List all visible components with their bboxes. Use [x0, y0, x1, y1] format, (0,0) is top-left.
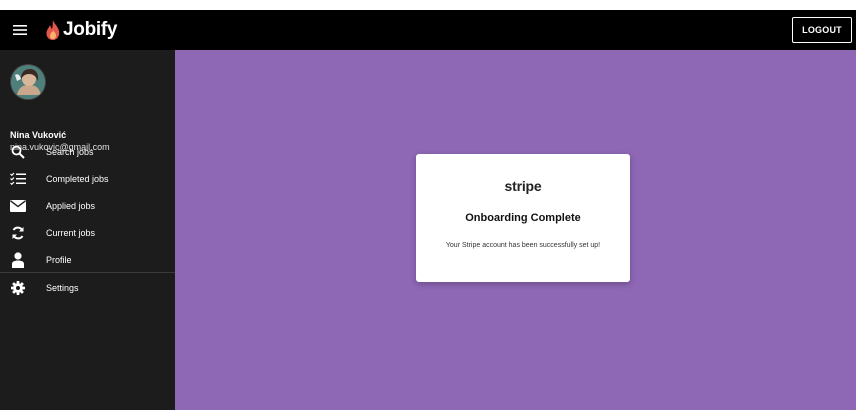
sidebar-item-label: Search jobs	[46, 147, 94, 157]
menu-button[interactable]	[0, 10, 40, 50]
person-icon	[9, 251, 27, 269]
avatar[interactable]	[10, 64, 46, 100]
sidebar-item-completed-jobs[interactable]: Completed jobs	[0, 166, 175, 192]
envelope-icon	[9, 197, 27, 215]
checklist-icon	[9, 170, 27, 188]
gear-icon	[9, 279, 27, 297]
sidebar-item-search-jobs[interactable]: Search jobs	[0, 139, 175, 165]
logout-button[interactable]: LOGOUT	[792, 17, 852, 43]
search-icon	[9, 143, 27, 161]
card-title: Onboarding Complete	[465, 212, 581, 224]
app-name: Jobify	[63, 19, 118, 40]
sidebar-item-profile[interactable]: Profile	[0, 247, 175, 273]
sidebar: Nina Vuković nina.vukovic@gmail.com Sear…	[0, 50, 175, 410]
sidebar-item-label: Completed jobs	[46, 174, 109, 184]
avatar-image	[11, 65, 45, 99]
flame-logo-icon	[46, 20, 60, 40]
sidebar-item-label: Settings	[46, 283, 79, 293]
card-message: Your Stripe account has been successfull…	[445, 242, 601, 249]
sidebar-item-applied-jobs[interactable]: Applied jobs	[0, 193, 175, 219]
app-bar: Jobify LOGOUT	[0, 10, 856, 50]
sidebar-item-label: Applied jobs	[46, 201, 96, 211]
onboarding-card: stripe Onboarding Complete Your Stripe a…	[416, 154, 630, 282]
sidebar-item-current-jobs[interactable]: Current jobs	[0, 220, 175, 246]
refresh-icon	[9, 224, 27, 242]
sidebar-item-label: Current jobs	[46, 228, 96, 238]
app-logo[interactable]: Jobify	[45, 19, 117, 41]
hamburger-icon	[13, 25, 27, 35]
sidebar-item-label: Profile	[46, 255, 72, 265]
stripe-logo: stripe	[504, 178, 542, 194]
main-content: stripe Onboarding Complete Your Stripe a…	[175, 50, 856, 410]
sidebar-divider	[0, 272, 175, 273]
sidebar-item-settings[interactable]: Settings	[0, 275, 175, 301]
